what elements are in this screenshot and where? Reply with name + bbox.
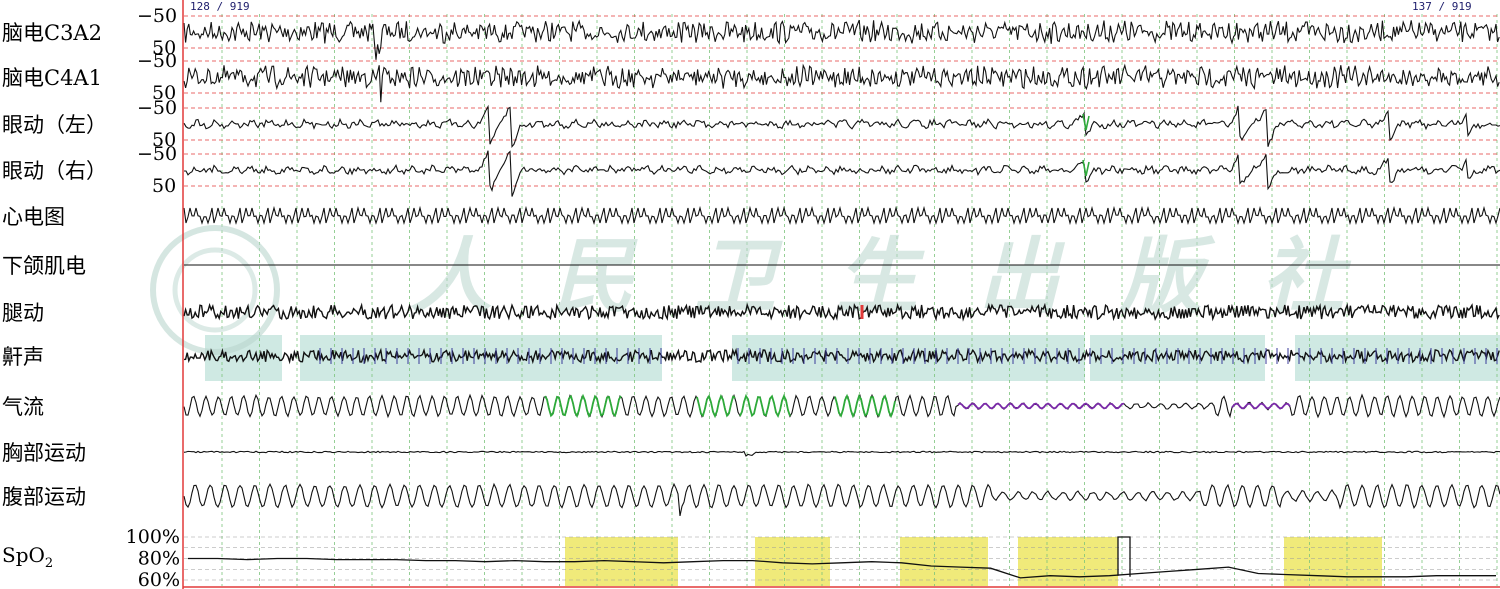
channel-label: 鼾声: [2, 345, 44, 369]
spo2-tick-label: 80%: [138, 548, 180, 570]
trace-effort: [183, 482, 1500, 517]
eog-event-mark: [1082, 113, 1090, 131]
watermark-logo: [150, 225, 280, 355]
channel-label: 下颌肌电: [2, 254, 86, 278]
trace-eog: [184, 150, 1500, 197]
channel-label: 脑电C3A2: [2, 21, 102, 45]
epoch-left: 128 / 919: [190, 0, 250, 13]
channel-label: 眼动（右）: [2, 159, 107, 183]
trace-eeg: [183, 19, 1500, 60]
trace-ecg: [183, 205, 1500, 226]
spo2-tick-label: 60%: [138, 569, 180, 589]
scale-top-label: −50: [137, 97, 177, 119]
airflow-event: [544, 393, 622, 419]
airflow-event: [739, 393, 791, 419]
spo2-tick-label: 100%: [126, 526, 180, 548]
trace-eog: [183, 104, 1500, 149]
trace-flat_noise: [183, 450, 1500, 457]
channel-label: 气流: [2, 395, 44, 419]
watermark: 人民卫生出版社: [150, 225, 1344, 355]
spo2-desat-event: [900, 537, 988, 586]
spo2-artifact: [1117, 536, 1131, 577]
channel-label: 心电图: [2, 205, 65, 229]
channel-label: 胸部运动: [2, 441, 86, 465]
trace-eeg: [183, 63, 1500, 103]
hypopnea-event: [1231, 402, 1291, 410]
spo2-desat-event: [1018, 537, 1118, 586]
psg-chart: 人民卫生出版社 脑电C3A2−5050脑电C4A1−5050眼动（左）−5050…: [2, 0, 1500, 589]
eog-event-mark: [1082, 159, 1090, 177]
spo2-desat-event: [1284, 537, 1382, 586]
epoch-right: 137 / 919: [1412, 0, 1472, 13]
snore-bands-layer: [205, 335, 1500, 381]
watermark-logo-inner: [172, 247, 258, 333]
airflow-event: [834, 393, 896, 419]
airflow-event: [696, 393, 736, 419]
channel-label: 腹部运动: [2, 485, 86, 509]
scale-bottom-label: 50: [152, 175, 176, 197]
spo2-label-subscript: 2: [45, 556, 53, 571]
scale-top-label: −50: [137, 5, 177, 27]
channel-label: 脑电C4A1: [2, 66, 102, 90]
spo2-label: SpO2: [2, 543, 53, 571]
scale-top-label: −50: [137, 143, 177, 165]
hypopnea-event: [957, 402, 1125, 410]
scale-top-label: −50: [137, 50, 177, 72]
channel-label: 腿动: [2, 301, 44, 325]
channel-label: 眼动（左）: [2, 113, 107, 137]
